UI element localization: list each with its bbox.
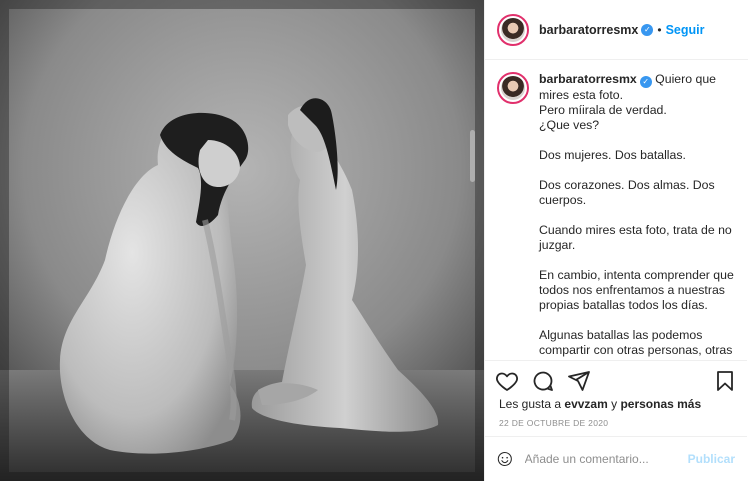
likes-others-link[interactable]: personas más xyxy=(620,397,701,411)
bookmark-icon[interactable] xyxy=(713,369,737,393)
follow-button[interactable]: Seguir xyxy=(666,23,705,37)
likes-summary: Les gusta a evvzam y personas más xyxy=(499,397,701,411)
comment-icon[interactable] xyxy=(531,369,555,393)
liker-username[interactable]: evvzam xyxy=(564,397,607,411)
post-photo xyxy=(0,0,484,481)
likes-prefix: Les gusta a xyxy=(499,397,565,411)
caption-line: ¿Que ves? xyxy=(539,118,600,132)
verified-icon: ✓ xyxy=(641,23,654,36)
comment-input[interactable] xyxy=(524,452,680,466)
likes-conjunction: y xyxy=(607,397,621,411)
author-username[interactable]: barbaratorresmx xyxy=(539,23,638,37)
caption-username[interactable]: barbaratorresmx xyxy=(539,72,637,86)
author-avatar[interactable] xyxy=(497,13,529,46)
caption-line: Algunas batallas las podemos compartir c… xyxy=(539,328,733,357)
post-image[interactable] xyxy=(0,0,484,481)
caption-section: barbaratorresmx ✓ Quiero que mires esta f… xyxy=(485,60,747,358)
action-bar xyxy=(485,360,747,400)
post-container: barbaratorresmx ✓ • Seguir barbaratorres… xyxy=(0,0,748,481)
comment-bar: Publicar xyxy=(485,436,747,481)
caption-line: Dos mujeres. Dos batallas. xyxy=(539,148,686,162)
post-sidebar: barbaratorresmx ✓ • Seguir barbaratorres… xyxy=(484,0,748,481)
caption-line: En cambio, intenta comprender que todos … xyxy=(539,268,734,312)
caption-line: Cuando mires esta foto, trata de no juzg… xyxy=(539,223,732,252)
caption-line: Pero míirala de verdad. xyxy=(539,103,667,117)
share-icon[interactable] xyxy=(567,369,591,393)
caption-text: barbaratorresmx ✓ Quiero que mires esta f… xyxy=(539,72,735,358)
image-scroll-indicator xyxy=(470,130,475,182)
heart-icon[interactable] xyxy=(495,369,519,393)
emoji-icon[interactable] xyxy=(497,448,513,470)
verified-icon: ✓ xyxy=(639,76,652,88)
post-header: barbaratorresmx ✓ • Seguir xyxy=(485,0,748,60)
publish-button[interactable]: Publicar xyxy=(688,452,735,466)
caption-avatar[interactable] xyxy=(497,72,529,104)
post-date[interactable]: 22 DE OCTUBRE DE 2020 xyxy=(499,418,608,428)
separator-dot: • xyxy=(657,22,662,37)
caption-line: Dos corazones. Dos almas. Dos cuerpos. xyxy=(539,178,715,207)
